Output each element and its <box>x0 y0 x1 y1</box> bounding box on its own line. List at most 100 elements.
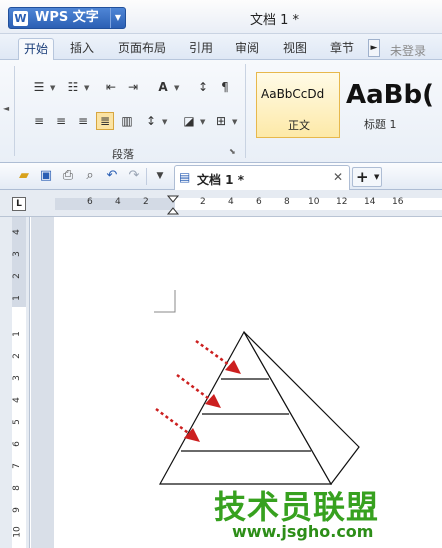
save-icon[interactable]: ▣ <box>38 168 54 184</box>
ruler-label: 2 <box>200 197 206 207</box>
chevron-down-icon[interactable]: ▼ <box>374 173 379 181</box>
document-tab[interactable]: ▤ 文档 1 * ✕ <box>174 165 350 190</box>
ruler-label: 12 <box>336 197 348 207</box>
ribbon-divider <box>14 66 15 156</box>
style-sample: AaBbCcDd <box>261 87 325 101</box>
customize-toolbar-icon[interactable]: ▼ <box>152 168 168 184</box>
align-center-icon[interactable]: ≡ <box>52 112 70 130</box>
decrease-indent-icon[interactable]: ⇤ <box>102 78 120 96</box>
align-right-icon[interactable]: ≡ <box>74 112 92 130</box>
ruler-label: 16 <box>392 197 404 207</box>
ruler-label: 5 <box>11 419 22 425</box>
style-heading-1[interactable]: AaBb( 标题 1 <box>346 72 442 138</box>
print-icon[interactable]: ⎙ <box>60 168 76 184</box>
style-name: 标题 1 <box>364 118 397 131</box>
ruler-label: 1 <box>11 331 22 337</box>
style-name: 正文 <box>288 119 310 132</box>
red-arrow <box>176 373 213 403</box>
plus-icon: + <box>356 168 369 186</box>
wps-logo-icon: W <box>13 11 28 26</box>
chevron-down-icon[interactable]: ▼ <box>232 118 237 126</box>
ribbon-tab-bar: 开始 插入 页面布局 引用 审阅 视图 章节 ► 未登录 <box>0 34 442 60</box>
print-preview-icon[interactable]: ⌕ <box>82 168 98 184</box>
ruler-label: 9 <box>11 507 22 513</box>
chevron-down-icon[interactable]: ▼ <box>174 84 179 92</box>
tab-view[interactable]: 视图 <box>278 38 312 60</box>
ruler-label: 2 <box>143 197 149 207</box>
close-icon[interactable]: ✕ <box>333 170 343 184</box>
show-marks-icon[interactable]: ¶ <box>216 78 234 96</box>
window-title: 文档 1 * <box>250 13 300 28</box>
tab-page-layout[interactable]: 页面布局 <box>112 38 172 60</box>
document-icon: ▤ <box>179 170 191 184</box>
ribbon-panel: ◄ ☰ ▼ ☷ ▼ ⇤ ⇥ A ▼ ↕ ¶ ≡ ≡ ≡ ≣ ▥ ↕ ▼ ◪ ▼ … <box>0 60 442 163</box>
watermark-url: www.jsgho.com <box>232 522 374 541</box>
margin-corner-mark <box>154 290 176 313</box>
ruler-label: 6 <box>11 441 22 447</box>
document-tab-label: 文档 1 * <box>197 173 244 187</box>
ruler-label: 2 <box>11 353 22 359</box>
chevron-down-icon[interactable]: ▼ <box>110 8 125 28</box>
title-bar: W WPS 文字 ▼ 文档 1 * <box>0 0 442 34</box>
open-folder-icon[interactable]: ▰ <box>16 168 32 184</box>
ribbon-scroll-left-icon[interactable]: ◄ <box>3 104 9 113</box>
tab-stop-selector[interactable]: L <box>12 197 26 211</box>
toolbar-divider <box>146 168 147 185</box>
login-status[interactable]: 未登录 <box>390 42 426 59</box>
vertical-ruler[interactable]: 4 3 2 1 1 2 3 4 5 6 7 8 9 10 <box>0 217 30 548</box>
chevron-right-icon[interactable]: ► <box>368 39 380 57</box>
tab-insert[interactable]: 插入 <box>64 38 100 60</box>
undo-icon[interactable]: ↶ <box>104 168 120 184</box>
ruler-label: 8 <box>11 485 22 491</box>
quick-access-toolbar: ▰ ▣ ⎙ ⌕ ↶ ↷ ▼ ▤ 文档 1 * ✕ + ▼ <box>0 163 442 190</box>
borders-icon[interactable]: ⊞ <box>212 112 230 130</box>
ruler-label: 8 <box>284 197 290 207</box>
ruler-label: 4 <box>228 197 234 207</box>
chevron-down-icon[interactable]: ▼ <box>200 118 205 126</box>
tab-review[interactable]: 审阅 <box>230 38 264 60</box>
increase-indent-icon[interactable]: ⇥ <box>124 78 142 96</box>
indent-marker-icon[interactable] <box>166 194 180 216</box>
ruler-label: 2 <box>11 273 22 279</box>
ruler-label: 4 <box>11 397 22 403</box>
ruler-label: 14 <box>364 197 376 207</box>
ruler-label: 10 <box>12 526 23 538</box>
app-name: WPS 文字 <box>35 10 99 25</box>
red-arrow <box>155 407 192 437</box>
ruler-label: 4 <box>115 197 121 207</box>
style-sample: AaBb( <box>346 80 434 110</box>
new-tab-button[interactable]: + ▼ <box>352 167 382 187</box>
ruler-label: 7 <box>11 463 22 469</box>
shading-icon[interactable]: ◪ <box>180 112 198 130</box>
sort-icon[interactable]: ↕ <box>194 78 212 96</box>
ribbon-divider <box>245 64 246 158</box>
tab-section[interactable]: 章节 <box>324 38 360 60</box>
dialog-launcher-icon[interactable]: ⬊ <box>229 147 236 156</box>
chevron-down-icon[interactable]: ▼ <box>162 118 167 126</box>
tab-references[interactable]: 引用 <box>184 38 218 60</box>
ruler-label: 3 <box>11 251 22 257</box>
watermark-logo: 技术员联盟 www.jsgho.com <box>214 482 410 542</box>
distributed-align-icon[interactable]: ▥ <box>118 112 136 130</box>
line-spacing-icon[interactable]: ↕ <box>142 112 160 130</box>
style-normal[interactable]: AaBbCcDd 正文 <box>256 72 340 138</box>
ruler-label: 3 <box>11 375 22 381</box>
justify-icon[interactable]: ≣ <box>96 112 114 130</box>
redo-icon[interactable]: ↷ <box>126 168 142 184</box>
ruler-label: 1 <box>11 295 22 301</box>
red-arrow <box>195 339 233 369</box>
chevron-down-icon[interactable]: ▼ <box>84 84 89 92</box>
ruler-label: 4 <box>11 229 22 235</box>
text-direction-icon[interactable]: A <box>154 78 172 96</box>
horizontal-ruler[interactable]: L 6 4 2 2 4 6 8 10 12 14 16 <box>0 190 442 217</box>
tab-home[interactable]: 开始 <box>18 38 54 60</box>
bullet-list-icon[interactable]: ☰ <box>30 78 48 96</box>
ruler-label: 6 <box>256 197 262 207</box>
paragraph-group-label: 段落 <box>112 148 134 161</box>
numbered-list-icon[interactable]: ☷ <box>64 78 82 96</box>
ruler-label: 10 <box>308 197 320 207</box>
app-menu-button[interactable]: W WPS 文字 ▼ <box>8 7 126 29</box>
ruler-label: 6 <box>87 197 93 207</box>
chevron-down-icon[interactable]: ▼ <box>50 84 55 92</box>
align-left-icon[interactable]: ≡ <box>30 112 48 130</box>
